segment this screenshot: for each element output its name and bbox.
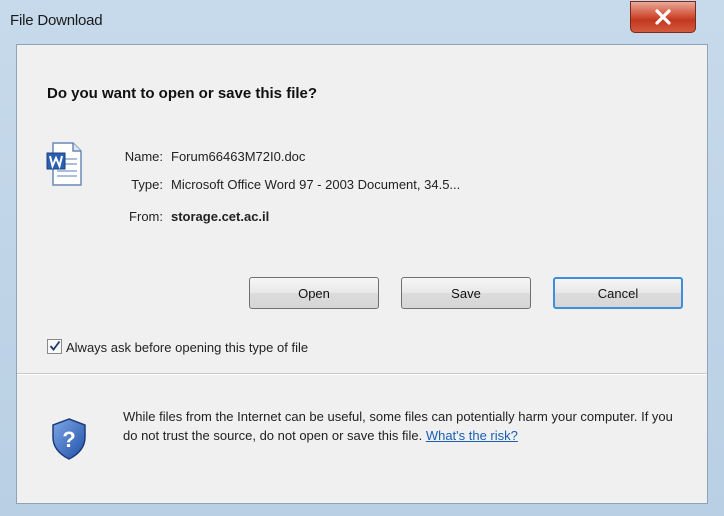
separator	[17, 373, 707, 375]
checkmark-icon	[49, 340, 61, 351]
file-download-window: File Download Do you want to open or sav…	[0, 0, 724, 516]
name-value: Forum66463M72I0.doc	[171, 149, 306, 164]
security-warning: While files from the Internet can be use…	[123, 407, 683, 445]
whats-the-risk-link[interactable]: What's the risk?	[426, 428, 518, 443]
open-button[interactable]: Open	[249, 277, 379, 309]
file-type-row: Type: Microsoft Office Word 97 - 2003 Doc…	[95, 177, 460, 192]
file-from-row: From: storage.cet.ac.il	[95, 209, 269, 224]
always-ask-checkbox[interactable]	[47, 339, 62, 354]
shield-question-icon: ?	[52, 418, 86, 460]
save-button[interactable]: Save	[401, 277, 531, 309]
svg-text:?: ?	[62, 427, 75, 452]
from-label: From:	[129, 209, 163, 224]
close-icon	[655, 9, 671, 25]
type-value: Microsoft Office Word 97 - 2003 Document…	[171, 177, 461, 192]
file-name-row: Name: Forum66463M72I0.doc	[95, 149, 306, 164]
warning-message: While files from the Internet can be use…	[123, 409, 673, 443]
title-bar[interactable]: File Download	[0, 0, 724, 44]
always-ask-label: Always ask before opening this type of f…	[66, 340, 309, 355]
word-document-icon	[46, 142, 82, 186]
dialog-content: Do you want to open or save this file? N…	[16, 44, 708, 504]
close-button[interactable]	[630, 1, 696, 33]
name-label: Name:	[124, 149, 163, 164]
always-ask-option[interactable]: Always ask before opening this type of f…	[47, 339, 308, 355]
from-value: storage.cet.ac.il	[171, 209, 270, 224]
dialog-question: Do you want to open or save this file?	[47, 85, 318, 102]
cancel-button[interactable]: Cancel	[553, 277, 683, 309]
window-title: File Download	[10, 12, 103, 29]
type-label: Type:	[131, 177, 163, 192]
